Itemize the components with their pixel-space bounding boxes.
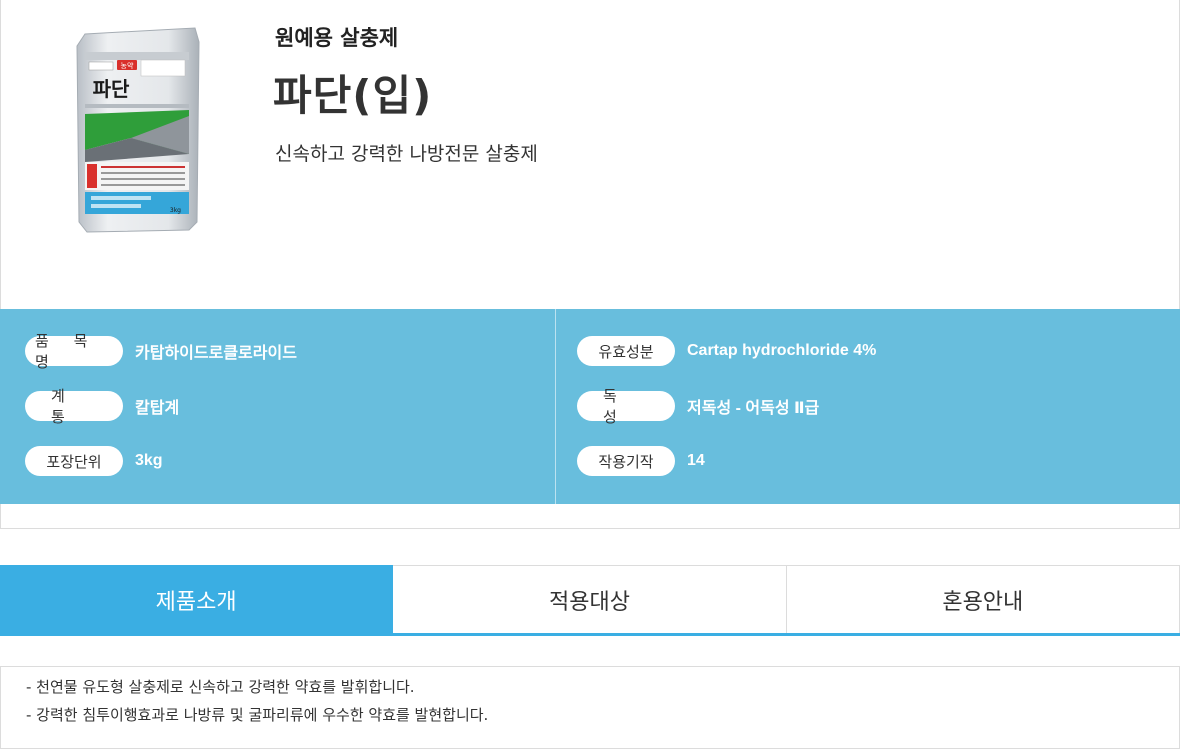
info-row-package-unit: 포장단위 3kg: [25, 446, 163, 476]
bag-weight: 3kg: [170, 207, 181, 214]
tab-mixing-guide[interactable]: 혼용안내: [786, 565, 1180, 633]
product-tagline: 신속하고 강력한 나방전문 살충제: [275, 143, 538, 165]
info-row-lineage: 계 통 칼탑계: [25, 387, 180, 426]
info-value: 14: [687, 452, 705, 469]
info-row-active-ingredient: 유효성분 Cartap hydrochloride 4%: [577, 336, 876, 366]
product-tabs: 제품소개 적용대상 혼용안내: [0, 565, 1180, 636]
info-row-mode-of-action: 작용기작 14: [577, 446, 705, 476]
info-value: 3kg: [135, 452, 163, 469]
product-name: 파단(입): [273, 71, 433, 120]
bag-title: 파단: [93, 77, 130, 101]
info-label: 품 목 명: [25, 332, 123, 371]
product-category: 원예용 살충제: [275, 26, 399, 50]
info-value: Cartap hydrochloride 4%: [687, 342, 877, 359]
info-divider: [555, 309, 556, 504]
info-value: 저독성 - 어독성 Ⅱ급: [687, 400, 820, 417]
product-package-image: 농약 파단 3kg: [76, 27, 200, 233]
tab-application-targets[interactable]: 적용대상: [393, 565, 787, 633]
product-description: - 천연물 유도형 살충제로 신속하고 강력한 약효를 발휘합니다. - 강력한…: [0, 666, 1180, 749]
info-label: 독 성: [577, 387, 675, 426]
description-line: - 천연물 유도형 살충제로 신속하고 강력한 약효를 발휘합니다.: [26, 678, 415, 696]
info-label: 포장단위: [25, 446, 123, 476]
info-label: 작용기작: [577, 446, 675, 476]
info-label: 유효성분: [577, 336, 675, 366]
tab-product-intro[interactable]: 제품소개: [0, 565, 394, 633]
info-value: 카탑하이드로클로라이드: [135, 345, 297, 362]
info-row-product-name: 품 목 명 카탑하이드로클로라이드: [25, 332, 297, 371]
info-value: 칼탑계: [135, 400, 180, 417]
bag-brand-badge: 농약: [121, 61, 134, 70]
info-row-toxicity: 독 성 저독성 - 어독성 Ⅱ급: [577, 387, 820, 426]
product-info-panel: 품 목 명 카탑하이드로클로라이드 계 통 칼탑계 포장단위 3kg 유효성분 …: [0, 309, 1180, 504]
info-label: 계 통: [25, 387, 123, 426]
description-line: - 강력한 침투이행효과로 나방류 및 굴파리류에 우수한 약효를 발현합니다.: [26, 706, 489, 724]
